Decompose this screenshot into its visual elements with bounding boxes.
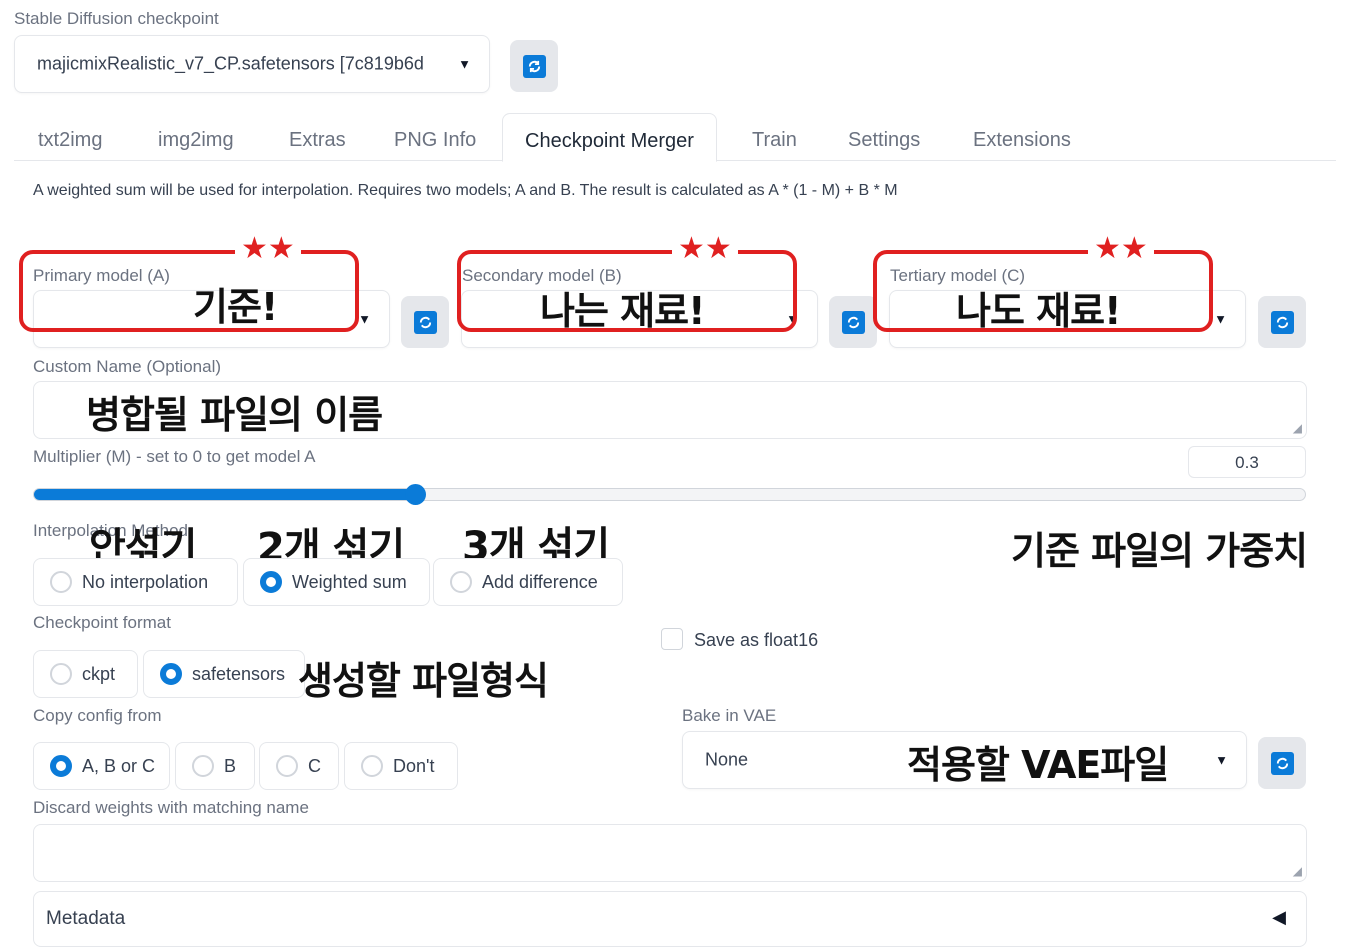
tab-settings[interactable]: Settings [848, 113, 920, 161]
discard-input[interactable]: ◢ [33, 824, 1307, 882]
resize-handle-icon[interactable]: ◢ [1293, 421, 1302, 435]
multiplier-number-input[interactable]: 0.3 [1188, 446, 1306, 478]
radio-add-difference[interactable]: Add difference [433, 558, 623, 606]
tab-checkpoint-merger[interactable]: Checkpoint Merger [502, 113, 717, 162]
star-icon: ★★ [235, 234, 301, 264]
tab-png-info[interactable]: PNG Info [394, 113, 476, 161]
radio-label: C [308, 755, 321, 776]
custom-name-label: Custom Name (Optional) [33, 357, 222, 376]
star-icon: ★★ [1088, 234, 1154, 264]
radio-circle [276, 755, 298, 777]
tertiary-refresh-button[interactable] [1258, 296, 1306, 348]
radio-label: A, B or C [82, 755, 156, 776]
annotation-secondary: 나는 재료! [540, 289, 705, 333]
vae-refresh-button[interactable] [1258, 737, 1306, 789]
radio-label: ckpt [82, 663, 116, 684]
refresh-icon [413, 310, 437, 334]
radio-no-interpolation[interactable]: No interpolation [33, 558, 238, 606]
radio-label: B [224, 755, 237, 776]
multiplier-label: Multiplier (M) - set to 0 to get model A [33, 447, 316, 466]
radio-circle [50, 663, 72, 685]
radio-weighted-sum[interactable]: Weighted sum [243, 558, 430, 606]
radio-safetensors[interactable]: safetensors [143, 650, 305, 698]
star-icon: ★★ [672, 234, 738, 264]
format-label: Checkpoint format [33, 613, 171, 632]
chevron-down-icon: ▼ [1215, 752, 1228, 768]
tab-extensions[interactable]: Extensions [973, 113, 1071, 161]
chevron-down-icon: ▼ [1214, 311, 1227, 327]
float16-label: Save as float16 [694, 630, 819, 650]
metadata-accordion[interactable]: Metadata ◀ [33, 891, 1307, 947]
radio-circle-selected [160, 663, 182, 685]
metadata-label: Metadata [46, 908, 126, 929]
refresh-icon [1270, 310, 1294, 334]
refresh-icon [522, 54, 546, 78]
checkpoint-value: majicmixRealistic_v7_CP.safetensors [7c8… [37, 53, 424, 74]
secondary-refresh-button[interactable] [829, 296, 877, 348]
radio-circle [361, 755, 383, 777]
refresh-icon [1270, 751, 1294, 775]
tab-train[interactable]: Train [752, 113, 797, 161]
radio-copy-abc[interactable]: A, B or C [33, 742, 170, 790]
radio-label: Add difference [482, 571, 598, 592]
checkpoint-label: Stable Diffusion checkpoint [14, 9, 219, 28]
radio-copy-b[interactable]: B [175, 742, 255, 790]
checkpoint-dropdown[interactable]: majicmixRealistic_v7_CP.safetensors [7c8… [14, 35, 490, 93]
radio-label: No interpolation [82, 571, 209, 592]
radio-ckpt[interactable]: ckpt [33, 650, 138, 698]
radio-circle [192, 755, 214, 777]
checkpoint-refresh-button[interactable] [510, 40, 558, 92]
radio-label: safetensors [192, 663, 286, 684]
refresh-icon [841, 310, 865, 334]
tab-bar: txt2img img2img Extras PNG Info Checkpoi… [14, 113, 1336, 162]
tab-extras[interactable]: Extras [289, 113, 346, 161]
resize-handle-icon[interactable]: ◢ [1293, 864, 1302, 878]
chevron-down-icon: ▼ [458, 56, 471, 72]
tab-txt2img[interactable]: txt2img [38, 113, 102, 161]
tab-img2img[interactable]: img2img [158, 113, 234, 161]
annotation-vae: 적용할 VAE파일 [907, 743, 1169, 787]
radio-circle-selected [260, 571, 282, 593]
vae-value: None [705, 749, 749, 770]
annotation-custom-name: 병합될 파일의 이름 [86, 393, 383, 437]
primary-refresh-button[interactable] [401, 296, 449, 348]
radio-label: Weighted sum [292, 571, 407, 592]
caret-left-icon: ◀ [1272, 907, 1286, 927]
radio-label: Don't [393, 755, 435, 776]
annotation-primary: 기준! [193, 285, 278, 329]
float16-checkbox[interactable] [661, 628, 683, 650]
multiplier-slider-fill [34, 489, 416, 500]
discard-label: Discard weights with matching name [33, 798, 309, 817]
chevron-down-icon: ▼ [358, 311, 371, 327]
multiplier-slider-thumb[interactable] [404, 484, 426, 505]
multiplier-slider-track[interactable] [33, 488, 1306, 501]
merge-description: A weighted sum will be used for interpol… [33, 182, 898, 199]
radio-copy-c[interactable]: C [259, 742, 339, 790]
radio-circle [50, 571, 72, 593]
radio-copy-dont[interactable]: Don't [344, 742, 458, 790]
annotation-multiplier: 기준 파일의 가중치 [1011, 529, 1308, 573]
vae-label: Bake in VAE [682, 706, 777, 725]
annotation-box-primary [19, 250, 359, 332]
radio-circle-selected [50, 755, 72, 777]
radio-circle [450, 571, 472, 593]
annotation-format: 생성할 파일형식 [298, 659, 549, 703]
copy-config-label: Copy config from [33, 706, 162, 725]
annotation-tertiary: 나도 재료! [956, 289, 1121, 333]
